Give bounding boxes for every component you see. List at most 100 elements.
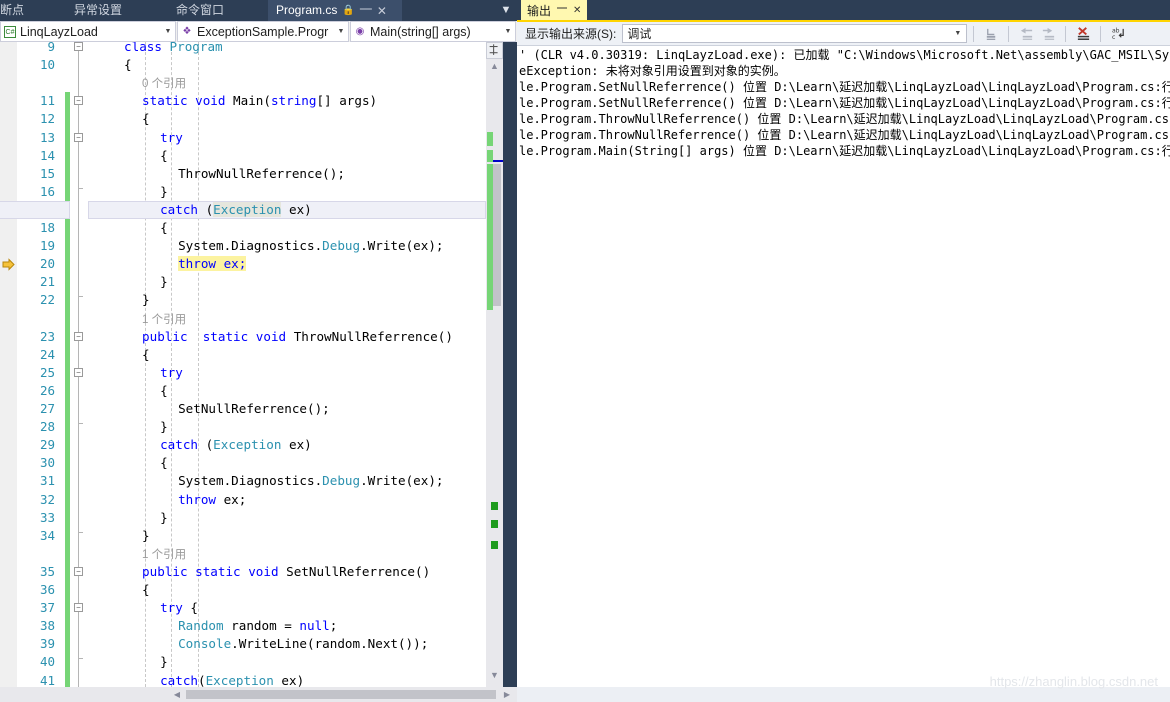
go-to-previous-message-icon[interactable] [1015, 24, 1037, 44]
chevron-down-icon: ▼ [954, 30, 962, 37]
line-number: 20 [39, 256, 55, 272]
code-token: } [160, 654, 168, 670]
hscrollbar-thumb[interactable] [186, 690, 496, 699]
clear-all-icon[interactable] [1072, 24, 1094, 44]
line-number: 10 [39, 57, 55, 73]
code-token: catch [160, 437, 206, 453]
outlining-margin[interactable]: − − − − − − − [0, 42, 88, 702]
code-line: class Program [124, 42, 223, 56]
change-indicator-bar [63, 42, 70, 702]
code-token: { [182, 600, 198, 616]
chevron-down-icon[interactable]: ▼ [498, 2, 514, 19]
codelens-reference: 1 个引用 [142, 545, 186, 564]
document-tab-strip: 断点 异常设置 命令窗口 Program.cs 🔒 ⎻ ✕ ▼ [0, 0, 517, 21]
line-number: 30 [39, 455, 55, 471]
line-number: 34 [39, 527, 55, 543]
codelens-label[interactable]: 1 个引用 [142, 314, 186, 326]
current-line-highlight [0, 200, 70, 219]
code-token: .Write(ex); [360, 238, 444, 254]
codelens-label[interactable]: 1 个引用 [142, 549, 186, 561]
line-number: 40 [39, 654, 55, 670]
svg-text:c: c [1112, 34, 1115, 41]
collapse-toggle[interactable]: − [74, 566, 83, 576]
line-number: 21 [39, 274, 55, 290]
chevron-down-icon: ▼ [164, 28, 172, 35]
collapse-toggle[interactable]: − [74, 96, 83, 106]
code-line: { [142, 110, 150, 128]
code-token: throw ex; [178, 256, 247, 272]
code-token: { [160, 455, 168, 471]
output-source-value: 调试 [627, 27, 652, 41]
editor-indicator-margin[interactable] [0, 42, 17, 687]
code-line: System.Diagnostics.Debug.Write(ex); [178, 237, 443, 255]
chevron-down-icon: ▼ [337, 28, 345, 35]
toggle-word-wrap-icon[interactable]: ab c [1107, 24, 1129, 44]
line-number: 38 [39, 618, 55, 634]
code-token: { [124, 57, 132, 73]
close-icon[interactable]: ✕ [377, 5, 387, 17]
toolbar-separator [973, 25, 975, 42]
navbar-project-dropdown[interactable]: C# LinqLayzLoad ▼ [0, 21, 176, 42]
code-line: { [124, 56, 132, 74]
toolbar-separator [1100, 25, 1102, 42]
collapse-toggle[interactable]: − [74, 331, 83, 341]
pin-icon[interactable]: ⎻ [360, 5, 372, 17]
code-line: public static void SetNullReferrence() [142, 563, 430, 581]
navbar-class-label: ExceptionSample.Progr [197, 24, 329, 39]
line-number: 33 [39, 509, 55, 525]
tab-command-window[interactable]: 命令窗口 [168, 0, 233, 21]
close-icon[interactable]: ✕ [573, 5, 581, 16]
collapse-toggle[interactable]: − [74, 603, 83, 613]
output-text-area[interactable]: ' (CLR v4.0.30319: LinqLayzLoad.exe): 已加… [517, 46, 1170, 687]
code-token: string [270, 93, 317, 109]
editor-horizontal-scrollbar[interactable]: ◀ ▶ [0, 687, 517, 702]
method-icon: ◉ [355, 26, 365, 37]
outline-end-tick [78, 531, 83, 533]
codelens-label[interactable]: 0 个引用 [142, 78, 186, 90]
go-to-next-message-icon[interactable] [1037, 24, 1059, 44]
scroll-right-arrow[interactable]: ▶ [500, 687, 514, 702]
find-message-source-icon[interactable] [980, 24, 1002, 44]
codelens-reference: 0 个引用 [142, 74, 186, 93]
navbar-member-dropdown[interactable]: ◉ Main(string[] args) ▼ [350, 21, 516, 42]
line-number: 25 [39, 364, 55, 380]
collapse-toggle[interactable]: − [74, 367, 83, 377]
output-source-dropdown[interactable]: 调试 ▼ [622, 24, 968, 43]
line-number: 12 [39, 111, 55, 127]
code-token: } [142, 527, 150, 543]
scroll-up-arrow[interactable]: ▲ [486, 59, 503, 74]
collapse-toggle[interactable]: − [74, 42, 83, 51]
tab-breakpoints[interactable]: 断点 [0, 0, 48, 21]
code-token: try [160, 364, 183, 380]
navbar-class-dropdown[interactable]: ❖ ExceptionSample.Progr ▼ [177, 21, 349, 42]
code-editor[interactable]: 9101112131415161718192021222324252627282… [0, 39, 517, 702]
pin-icon[interactable]: ⎻ [557, 5, 567, 16]
scroll-down-arrow[interactable]: ▼ [486, 668, 503, 683]
change-marker [487, 132, 493, 146]
tab-exception-settings[interactable]: 异常设置 [66, 0, 131, 21]
output-line: le.Program.ThrowNullReferrence() 位置 D:\L… [519, 112, 1170, 126]
code-line: { [160, 382, 168, 400]
code-text-area[interactable]: class Program{0 个引用 static void Main(stri… [88, 42, 486, 687]
collapse-toggle[interactable]: − [74, 132, 83, 142]
split-editor-icon[interactable] [486, 42, 503, 59]
change-marker [487, 150, 493, 162]
code-token: Console [178, 636, 232, 652]
code-line: } [160, 418, 168, 436]
code-line: } [142, 527, 150, 545]
code-line: { [142, 346, 150, 364]
editor-vertical-scrollbar[interactable]: ▲ ▼ [486, 42, 503, 687]
tab-output[interactable]: 输出 ⎻ ✕ [521, 0, 588, 21]
code-line: catch(Exception ex) [160, 672, 304, 688]
output-line: le.Program.SetNullReferrence() 位置 D:\Lea… [519, 96, 1170, 110]
code-line: } [160, 653, 168, 671]
change-marker-range [487, 164, 493, 310]
outline-end-tick [78, 296, 83, 298]
code-token: { [160, 147, 168, 163]
scroll-left-arrow[interactable]: ◀ [170, 687, 184, 702]
code-token: [] args) [316, 93, 378, 109]
tab-output-label: 输出 [527, 4, 552, 18]
code-line: SetNullReferrence(); [178, 400, 330, 418]
navigation-bar: C# LinqLayzLoad ▼ ❖ ExceptionSample.Prog… [0, 21, 517, 42]
tab-program-cs[interactable]: Program.cs 🔒 ⎻ ✕ [268, 0, 402, 21]
